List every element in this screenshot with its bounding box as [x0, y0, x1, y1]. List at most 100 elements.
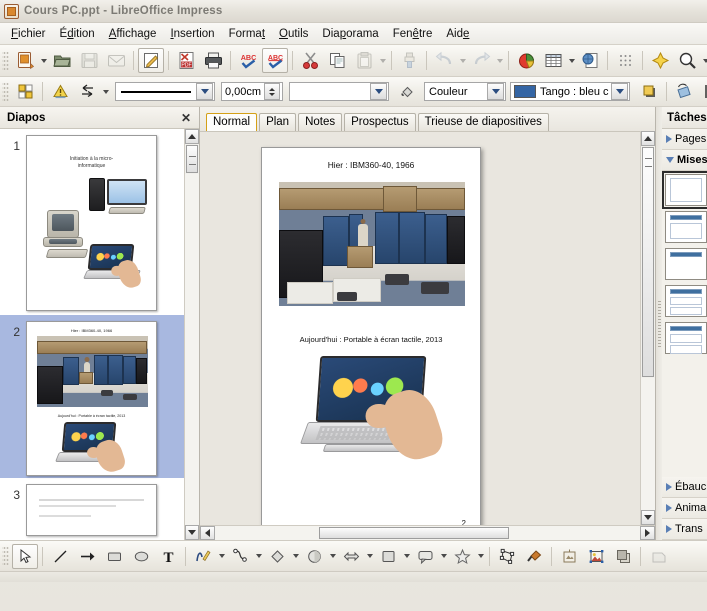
scrollbar-thumb[interactable]	[186, 145, 198, 173]
callouts-dropdown-icon[interactable]	[439, 545, 448, 568]
toolbar-grip[interactable]	[2, 80, 9, 103]
cut-button[interactable]	[297, 48, 323, 73]
block-arrows-dropdown-icon[interactable]	[365, 545, 374, 568]
print-button[interactable]	[200, 48, 226, 73]
line-style-combo[interactable]	[115, 82, 215, 101]
slide-thumbnail-1[interactable]: 1 Initiation à la micro-informatique	[0, 129, 184, 315]
toolbar-grip[interactable]	[2, 545, 9, 567]
slide-thumb-image-2[interactable]: Hier : IBM360-40, 1966 Aujourd'hui: Por…	[26, 321, 157, 476]
open-button[interactable]	[49, 48, 75, 73]
menu-insertion[interactable]: Insertion	[163, 26, 221, 42]
select-tool[interactable]	[12, 543, 38, 569]
align-button[interactable]	[698, 79, 707, 104]
scroll-up-button[interactable]	[641, 131, 655, 146]
flowchart-dropdown-icon[interactable]	[402, 545, 411, 568]
insert-table-dropdown-icon[interactable]	[567, 49, 576, 72]
copy-button[interactable]	[324, 48, 350, 73]
tab-plan[interactable]: Plan	[259, 113, 297, 131]
slide-thumb-image-1[interactable]: Initiation à la micro-informatique	[26, 135, 157, 311]
scrollbar-thumb[interactable]	[642, 147, 654, 377]
arrange-tool[interactable]	[610, 544, 636, 569]
connector-dropdown-icon[interactable]	[254, 545, 263, 568]
curve-dropdown-icon[interactable]	[217, 545, 226, 568]
basic-shapes-dropdown-icon[interactable]	[291, 545, 300, 568]
slides-scrollbar[interactable]	[184, 129, 199, 540]
menu-edition[interactable]: Édition	[53, 26, 102, 42]
edit-mode-button[interactable]	[138, 48, 164, 73]
arrow-style-button[interactable]	[74, 79, 100, 104]
chevron-down-icon[interactable]	[487, 83, 504, 100]
slides-scroll-area[interactable]: 1 Initiation à la micro-informatique 2 H…	[0, 129, 184, 540]
callouts-tool[interactable]	[412, 544, 438, 569]
touch-laptop-photo[interactable]	[294, 356, 460, 501]
insert-image-tool[interactable]	[583, 544, 609, 569]
chevron-down-icon[interactable]	[196, 83, 213, 100]
menu-fenetre[interactable]: Fenêtre	[386, 26, 440, 42]
scroll-down-button[interactable]	[641, 510, 655, 525]
slide-caption-text[interactable]: Aujourd'hui : Portable à écran tactile, …	[262, 335, 480, 344]
scroll-left-button[interactable]	[200, 526, 215, 540]
gallery-tool[interactable]	[556, 544, 582, 569]
slide-editing-canvas[interactable]: Hier : IBM360-40, 1966 Aujourd'hui: Por…	[200, 131, 640, 525]
display-views-button[interactable]	[12, 79, 38, 104]
slide-page[interactable]: Hier : IBM360-40, 1966 Aujourd'hui: Por…	[261, 147, 481, 525]
close-icon[interactable]: ✕	[178, 111, 194, 125]
text-tool[interactable]: T	[155, 544, 181, 569]
chevron-down-icon[interactable]	[611, 83, 628, 100]
slide-thumbnail-2[interactable]: 2 Hier : IBM360-40, 1966 Aujourd'hui: P…	[0, 315, 184, 478]
rectangle-tool[interactable]	[101, 544, 127, 569]
shadow-button[interactable]	[636, 79, 662, 104]
new-document-dropdown-icon[interactable]	[39, 49, 48, 72]
slides-list[interactable]: 1 Initiation à la micro-informatique 2 H…	[0, 129, 199, 540]
task-section-pages-maitresses[interactable]: Pages	[662, 129, 707, 150]
layout-blank[interactable]	[662, 171, 707, 209]
stars-tool[interactable]	[449, 544, 475, 569]
arrow-tool[interactable]	[74, 544, 100, 569]
insert-image-button[interactable]	[577, 48, 603, 73]
display-grid-button[interactable]	[612, 48, 638, 73]
scrollbar-track[interactable]	[185, 174, 199, 525]
mainframe-photo[interactable]	[279, 182, 465, 306]
tab-prospectus[interactable]: Prospectus	[344, 113, 416, 131]
menu-fichier[interactable]: FFichierichier	[4, 26, 53, 42]
canvas-horizontal-scrollbar[interactable]	[200, 525, 655, 540]
menu-outils[interactable]: Outils	[272, 26, 315, 42]
menu-format[interactable]: Format	[222, 26, 272, 42]
scroll-up-button[interactable]	[185, 129, 199, 144]
fill-bucket-button[interactable]	[394, 79, 420, 104]
connector-tool[interactable]	[227, 544, 253, 569]
fill-color-combo[interactable]: Tango : bleu c	[510, 82, 630, 101]
layouts-list[interactable]	[662, 171, 707, 477]
task-section-transition[interactable]: Trans	[662, 519, 707, 540]
autospellcheck-button[interactable]: ABC	[262, 48, 288, 73]
slide-title-text[interactable]: Hier : IBM360-40, 1966	[262, 160, 480, 170]
block-arrows-tool[interactable]	[338, 544, 364, 569]
gallery-button[interactable]	[647, 48, 673, 73]
basic-shapes-tool[interactable]	[264, 544, 290, 569]
flowchart-tool[interactable]	[375, 544, 401, 569]
line-tool[interactable]	[47, 544, 73, 569]
tab-notes[interactable]: Notes	[298, 113, 343, 131]
menu-affichage[interactable]: Affichage	[102, 26, 164, 42]
layout-title-only[interactable]	[665, 248, 707, 280]
line-width-spinner[interactable]: 0,00cm	[221, 82, 283, 101]
menu-aide[interactable]: Aide	[439, 26, 476, 42]
ellipse-tool[interactable]	[128, 544, 154, 569]
scroll-right-button[interactable]	[640, 526, 655, 540]
hscrollbar-track[interactable]	[215, 526, 640, 540]
alert-triangle-icon[interactable]	[47, 79, 73, 104]
symbol-shapes-tool[interactable]	[301, 544, 327, 569]
layout-title-content[interactable]	[665, 211, 707, 243]
arrow-style-dropdown-icon[interactable]	[101, 80, 110, 103]
line-width-stepper[interactable]	[264, 83, 281, 100]
zoom-button[interactable]	[674, 48, 700, 73]
new-document-button[interactable]	[12, 48, 38, 73]
task-section-ebauches[interactable]: Ébauc	[662, 477, 707, 498]
spelling-button[interactable]: ABC	[235, 48, 261, 73]
insert-chart-button[interactable]	[513, 48, 539, 73]
rotate-button[interactable]	[671, 79, 697, 104]
insert-table-button[interactable]	[540, 48, 566, 73]
glue-points-tool[interactable]	[521, 544, 547, 569]
export-pdf-button[interactable]: PDF	[173, 48, 199, 73]
scrollbar-track[interactable]	[641, 378, 655, 510]
